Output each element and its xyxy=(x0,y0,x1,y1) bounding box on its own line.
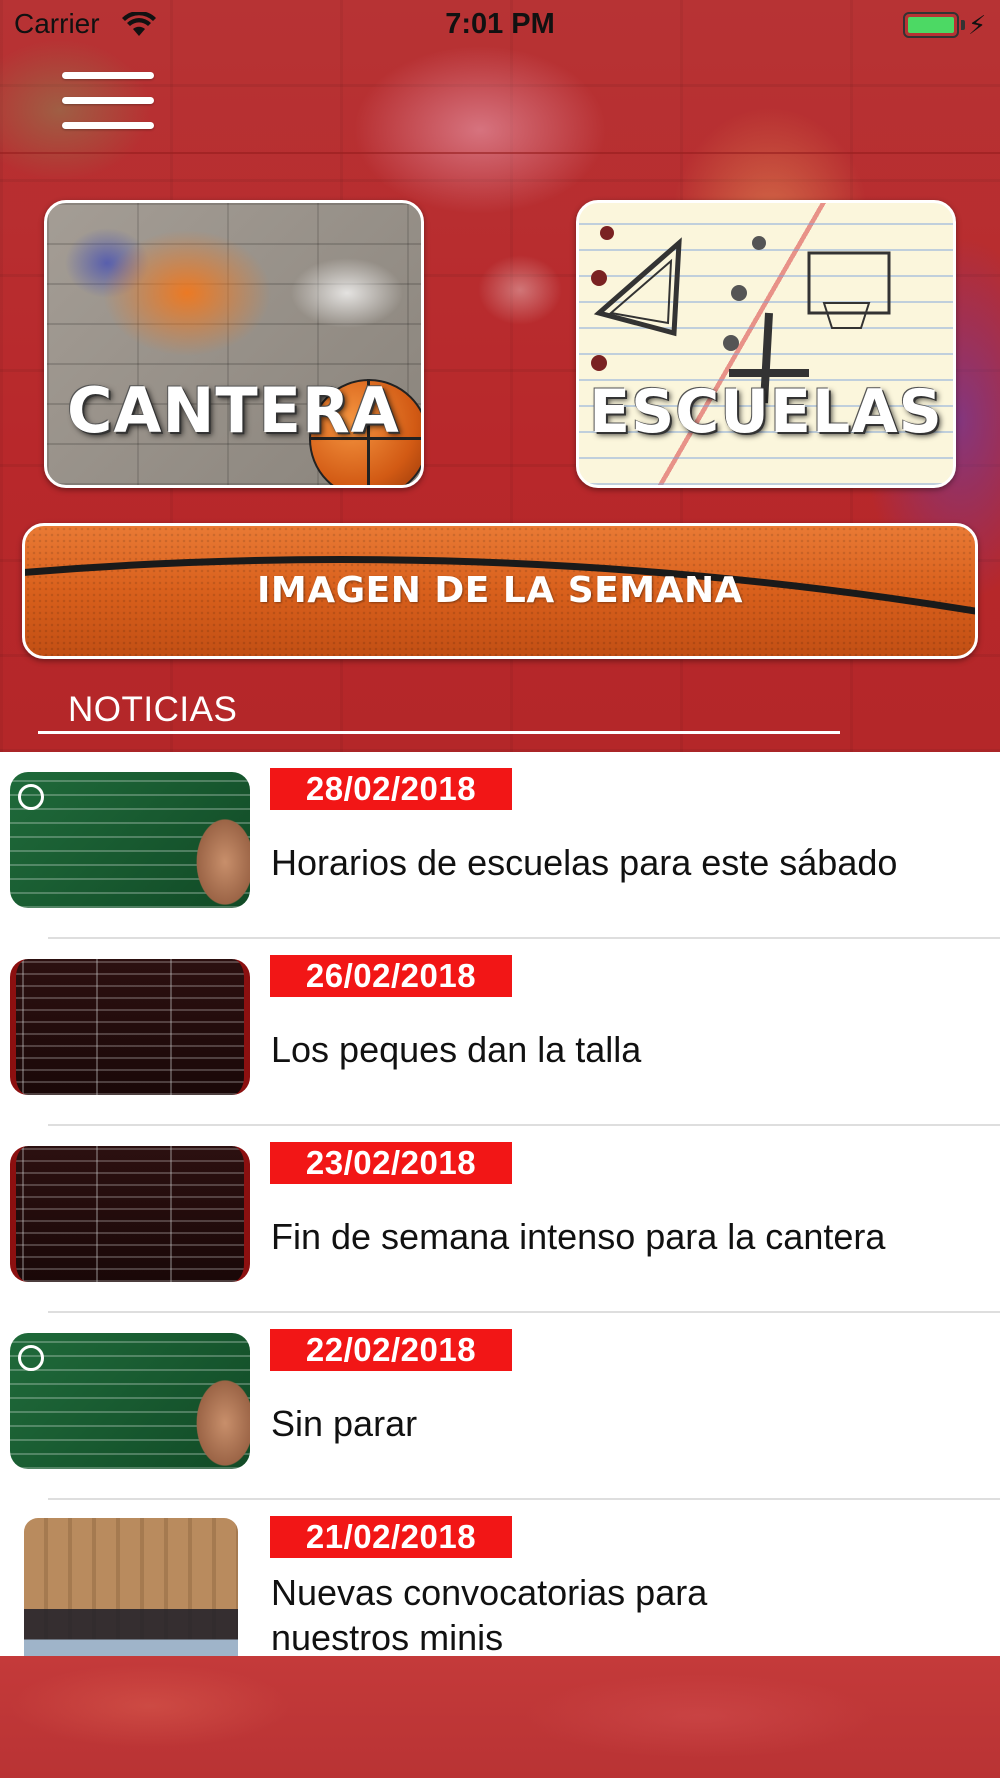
battery-icon xyxy=(903,12,959,38)
news-title: Los peques dan la talla xyxy=(271,1029,642,1070)
battery-tip xyxy=(961,20,965,30)
news-date: 22/02/2018 xyxy=(270,1329,512,1371)
status-time: 7:01 PM xyxy=(445,8,555,40)
news-title: Sin parar xyxy=(271,1403,418,1444)
news-item[interactable]: 22/02/2018 Sin parar xyxy=(0,1313,1000,1500)
hamburger-line xyxy=(62,72,154,79)
news-thumbnail xyxy=(10,1333,250,1469)
news-thumbnail xyxy=(10,772,250,908)
news-thumbnail xyxy=(10,959,250,1095)
news-section-title: NOTICIAS xyxy=(68,690,238,729)
charging-bolt-icon: ⚡ xyxy=(968,10,987,40)
news-date: 28/02/2018 xyxy=(270,768,512,810)
club-logo-icon xyxy=(18,1345,44,1371)
escuelas-tile[interactable]: ESCUELAS xyxy=(576,200,956,488)
news-title: Nuevas convocatorias para nuestros minis xyxy=(271,1572,708,1656)
cantera-label: CANTERA xyxy=(67,374,400,447)
hamburger-line xyxy=(62,122,154,129)
news-thumbnail xyxy=(10,1146,250,1282)
news-item[interactable]: 26/02/2018 Los peques dan la talla xyxy=(0,939,1000,1126)
news-title: Fin de semana intenso para la cantera xyxy=(271,1216,886,1257)
image-of-the-week-button[interactable]: IMAGEN DE LA SEMANA xyxy=(22,523,978,659)
news-item[interactable]: 21/02/2018 Nuevas convocatorias para nue… xyxy=(0,1500,1000,1656)
escuelas-label: ESCUELAS xyxy=(589,377,943,447)
news-thumbnail xyxy=(24,1518,238,1656)
menu-button[interactable] xyxy=(62,72,156,132)
news-date: 26/02/2018 xyxy=(270,955,512,997)
news-date: 21/02/2018 xyxy=(270,1516,512,1558)
news-date: 23/02/2018 xyxy=(270,1142,512,1184)
club-logo-icon xyxy=(18,784,44,810)
news-list: 28/02/2018 Horarios de escuelas para est… xyxy=(0,752,1000,1656)
image-of-the-week-label: IMAGEN DE LA SEMANA xyxy=(257,570,743,611)
news-item[interactable]: 28/02/2018 Horarios de escuelas para est… xyxy=(0,752,1000,939)
news-title: Horarios de escuelas para este sábado xyxy=(271,842,898,883)
news-item[interactable]: 23/02/2018 Fin de semana intenso para la… xyxy=(0,1126,1000,1313)
news-title-underline xyxy=(38,731,840,734)
footer-background xyxy=(0,1656,1000,1778)
cantera-tile[interactable]: CANTERA xyxy=(44,200,424,488)
hamburger-line xyxy=(62,97,154,104)
status-bar: Carrier 7:01 PM ⚡ xyxy=(0,0,1000,50)
